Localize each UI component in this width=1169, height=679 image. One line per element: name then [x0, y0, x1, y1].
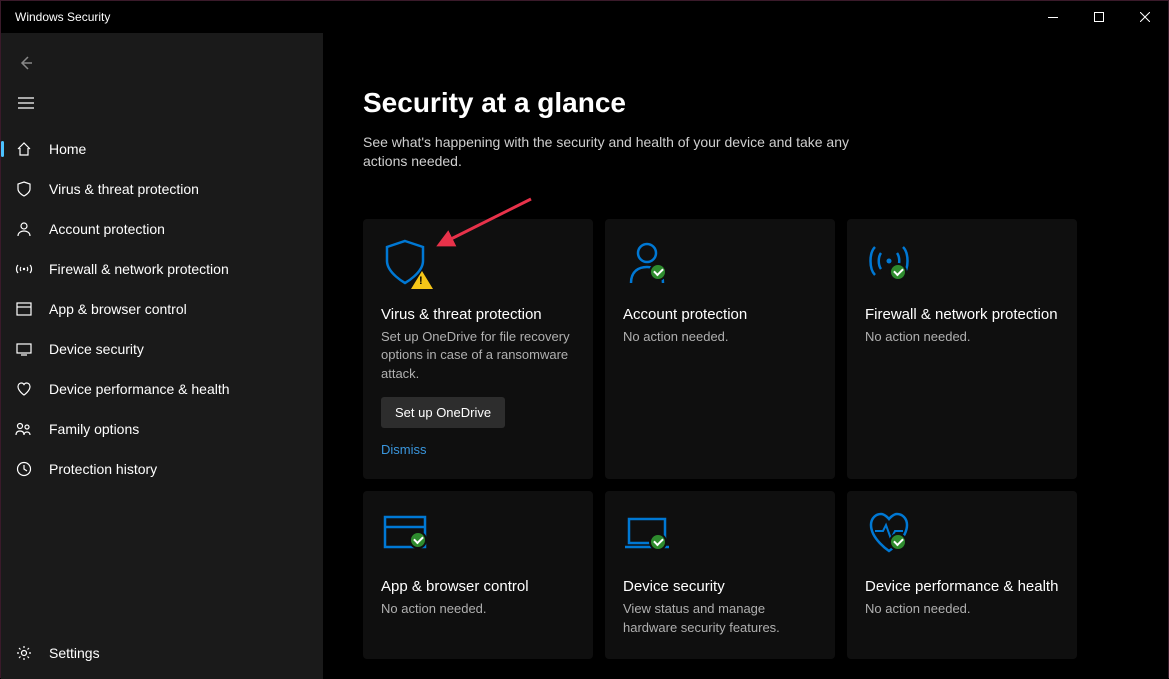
sidebar-item-app-browser[interactable]: App & browser control [1, 289, 323, 329]
window-icon [15, 301, 33, 317]
close-button[interactable] [1122, 1, 1168, 33]
sidebar-item-label: Family options [49, 421, 139, 437]
card-desc: View status and manage hardware security… [623, 600, 817, 636]
person-icon [15, 221, 33, 237]
sidebar-item-account[interactable]: Account protection [1, 209, 323, 249]
sidebar-item-family[interactable]: Family options [1, 409, 323, 449]
card-desc: No action needed. [381, 600, 575, 618]
sidebar-item-history[interactable]: Protection history [1, 449, 323, 489]
sidebar-item-label: Virus & threat protection [49, 181, 199, 197]
ok-badge-icon [409, 531, 427, 549]
card-account-protection[interactable]: Account protection No action needed. [605, 219, 835, 479]
sidebar-item-label: Account protection [49, 221, 165, 237]
maximize-icon [1094, 12, 1104, 22]
page-subtitle: See what's happening with the security a… [363, 133, 863, 171]
sidebar-item-home[interactable]: Home [1, 129, 323, 169]
shield-large-icon [381, 237, 429, 285]
heart-large-icon [865, 509, 913, 557]
back-button[interactable] [1, 43, 323, 83]
card-desc: No action needed. [865, 328, 1059, 346]
setup-onedrive-button[interactable]: Set up OneDrive [381, 397, 505, 428]
titlebar: Windows Security [1, 1, 1168, 33]
card-device-security[interactable]: Device security View status and manage h… [605, 491, 835, 659]
heart-icon [15, 381, 33, 397]
family-icon [15, 421, 33, 437]
gear-icon [15, 645, 33, 661]
device-icon [15, 341, 33, 357]
maximize-button[interactable] [1076, 1, 1122, 33]
nav-menu-button[interactable] [1, 83, 323, 123]
sidebar-item-label: Device performance & health [49, 381, 230, 397]
minimize-icon [1048, 17, 1058, 18]
sidebar-item-settings[interactable]: Settings [1, 633, 323, 673]
hamburger-icon [17, 97, 35, 109]
minimize-button[interactable] [1030, 1, 1076, 33]
sidebar-item-firewall[interactable]: Firewall & network protection [1, 249, 323, 289]
sidebar-item-label: App & browser control [49, 301, 187, 317]
window-large-icon [381, 509, 429, 557]
card-title: Device security [623, 577, 817, 597]
card-device-performance[interactable]: Device performance & health No action ne… [847, 491, 1077, 659]
card-desc: Set up OneDrive for file recovery option… [381, 328, 575, 383]
sidebar-item-label: Protection history [49, 461, 157, 477]
card-desc: No action needed. [865, 600, 1059, 618]
card-firewall[interactable]: Firewall & network protection No action … [847, 219, 1077, 479]
card-title: App & browser control [381, 577, 575, 597]
card-virus-threat[interactable]: Virus & threat protection Set up OneDriv… [363, 219, 593, 479]
person-large-icon [623, 237, 671, 285]
sidebar-item-label: Settings [49, 645, 100, 661]
home-icon [15, 141, 33, 157]
window-title: Windows Security [15, 10, 110, 24]
card-app-browser[interactable]: App & browser control No action needed. [363, 491, 593, 659]
main-content: Security at a glance See what's happenin… [323, 33, 1168, 679]
sidebar-item-label: Firewall & network protection [49, 261, 229, 277]
history-icon [15, 461, 33, 477]
cards-grid: Virus & threat protection Set up OneDriv… [363, 219, 1168, 659]
ok-badge-icon [649, 263, 667, 281]
card-title: Device performance & health [865, 577, 1059, 597]
signal-large-icon [865, 237, 913, 285]
card-desc: No action needed. [623, 328, 817, 346]
close-icon [1140, 12, 1150, 22]
sidebar-item-virus[interactable]: Virus & threat protection [1, 169, 323, 209]
dismiss-link[interactable]: Dismiss [381, 442, 575, 457]
sidebar-item-label: Device security [49, 341, 144, 357]
back-arrow-icon [17, 55, 35, 71]
sidebar-item-performance[interactable]: Device performance & health [1, 369, 323, 409]
card-title: Firewall & network protection [865, 305, 1059, 325]
sidebar-item-device-security[interactable]: Device security [1, 329, 323, 369]
signal-icon [15, 261, 33, 277]
ok-badge-icon [649, 533, 667, 551]
card-title: Account protection [623, 305, 817, 325]
shield-icon [15, 181, 33, 197]
ok-badge-icon [889, 533, 907, 551]
warning-badge-icon [411, 271, 433, 289]
sidebar-item-label: Home [49, 141, 86, 157]
device-large-icon [623, 509, 671, 557]
sidebar: Home Virus & threat protection Account p… [1, 33, 323, 679]
ok-badge-icon [889, 263, 907, 281]
page-title: Security at a glance [363, 87, 1168, 119]
card-title: Virus & threat protection [381, 305, 575, 325]
